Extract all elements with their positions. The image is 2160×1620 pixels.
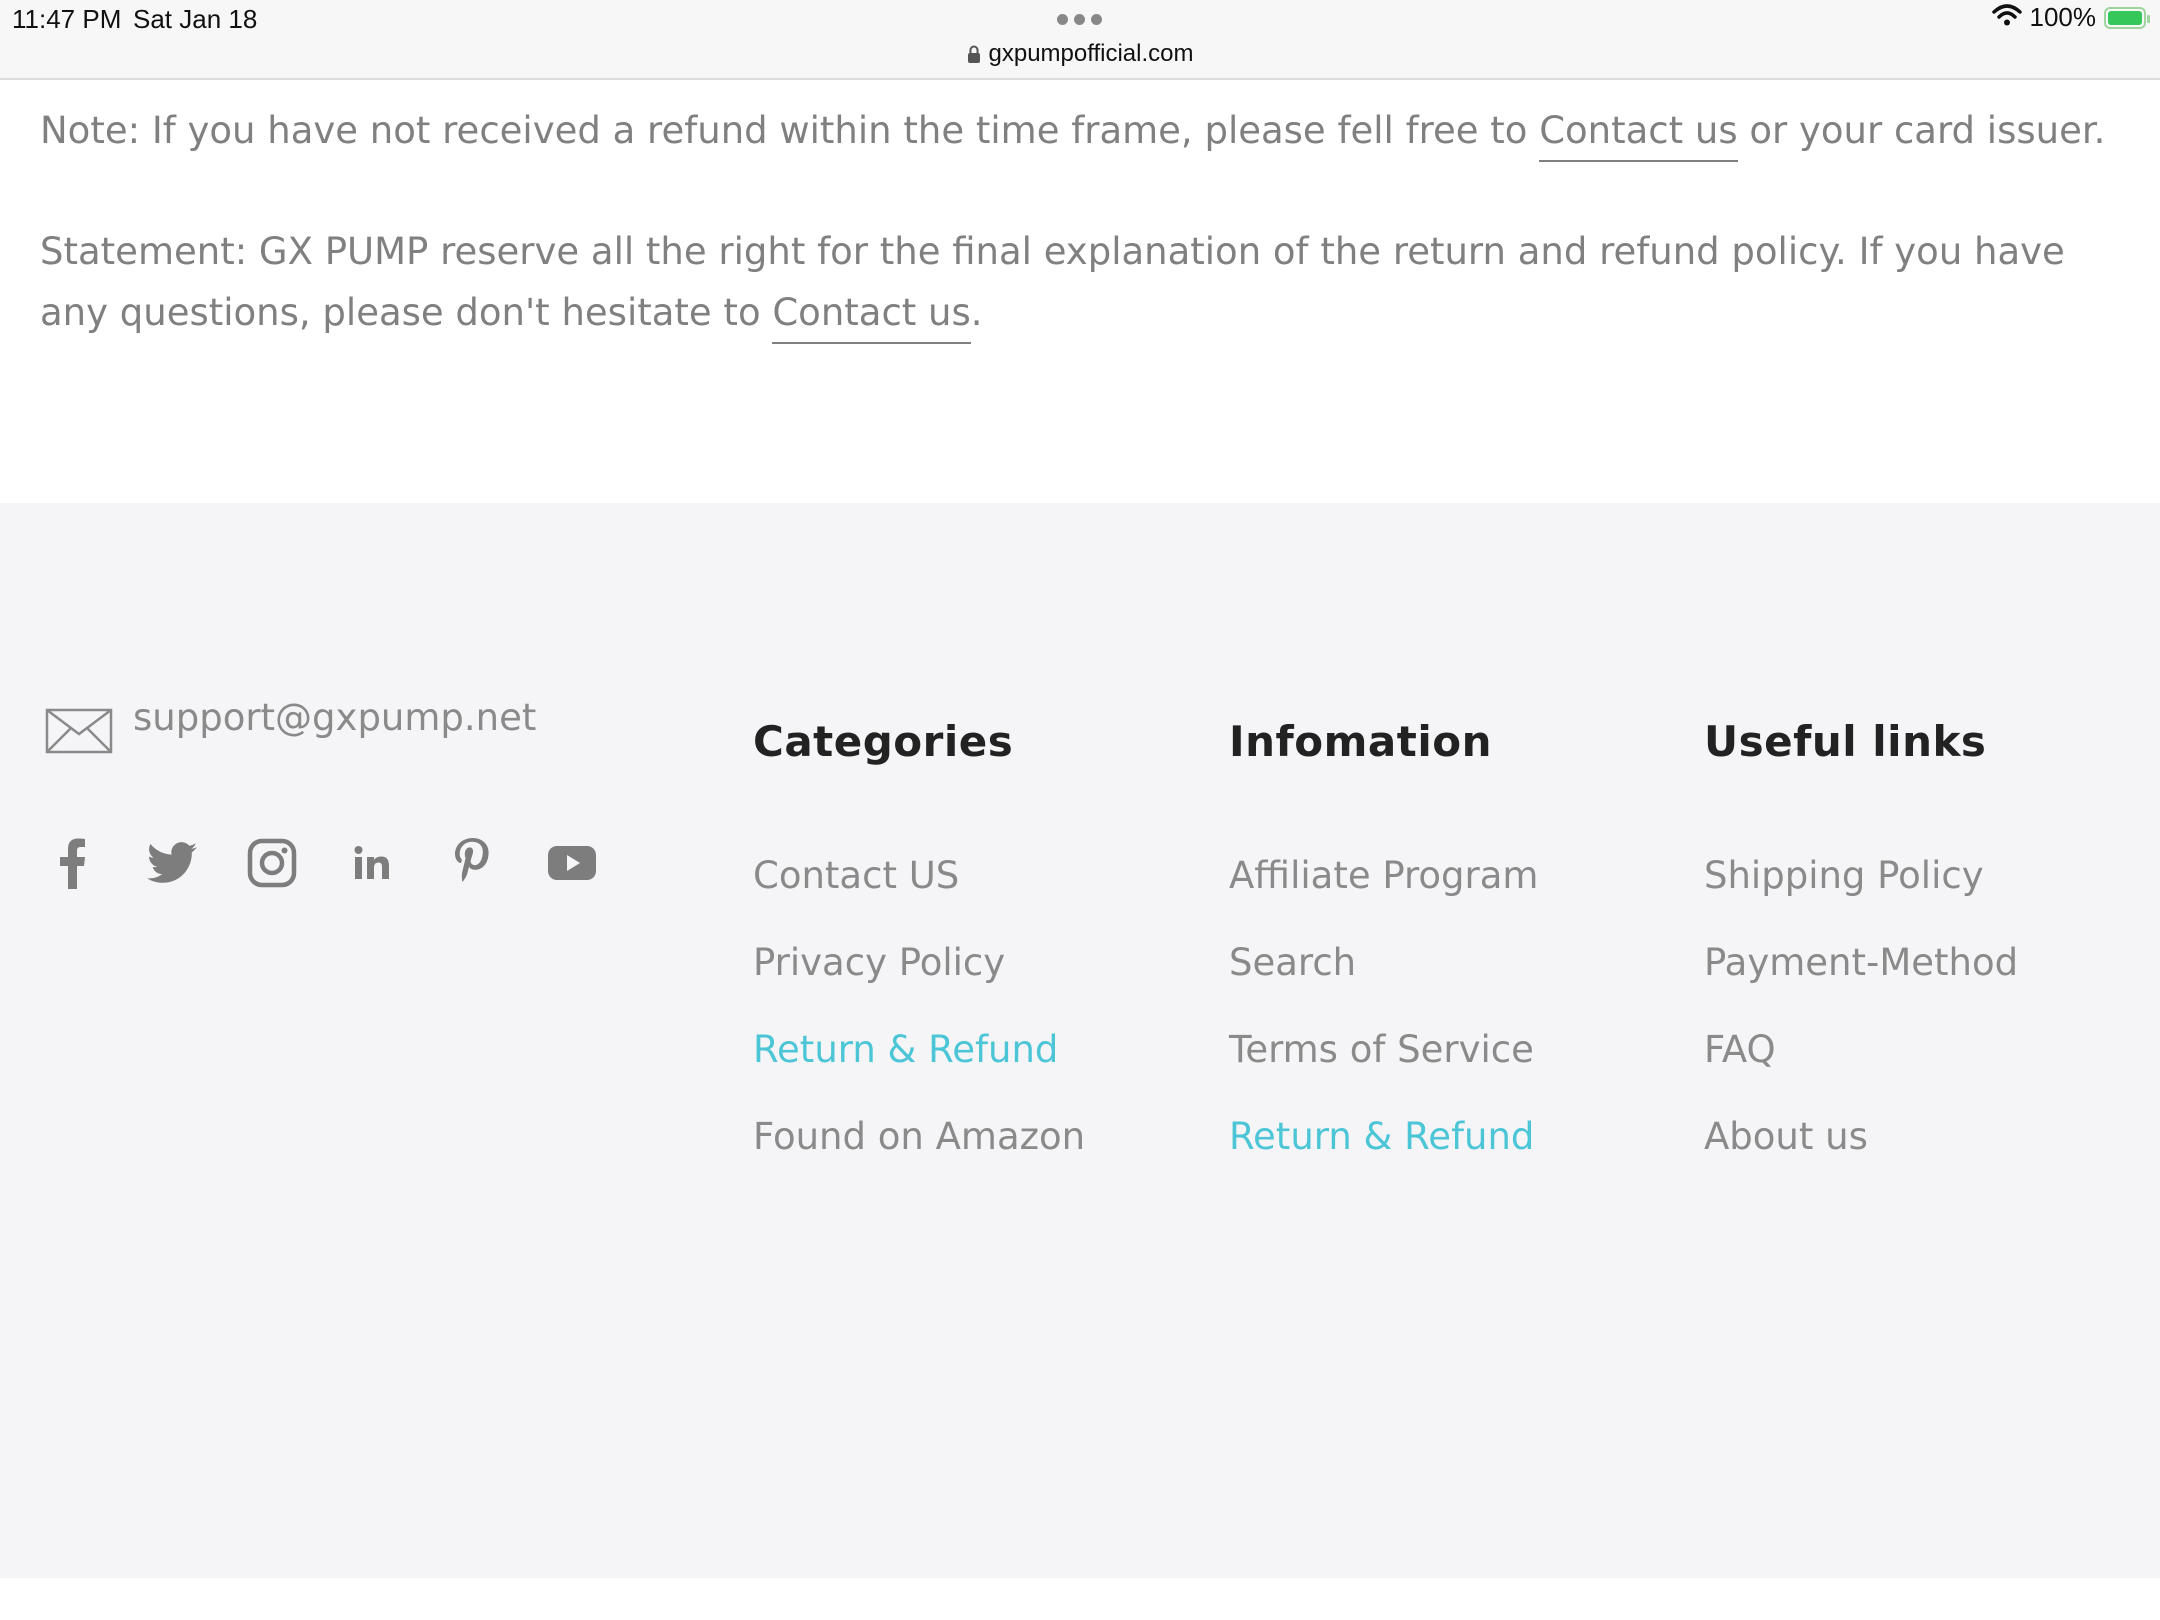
footer-link-affiliate-program[interactable]: Affiliate Program — [1229, 854, 1538, 941]
column-heading: Categories — [753, 717, 1014, 766]
footer-link-return-refund[interactable]: Return & Refund — [753, 1028, 1085, 1115]
social-links — [45, 836, 599, 890]
wifi-icon — [1991, 2, 2022, 33]
policy-content: Note: If you have not received a refund … — [40, 100, 2120, 344]
battery-percent: 100% — [2029, 2, 2097, 32]
youtube-icon[interactable] — [545, 836, 599, 890]
more-dots-icon[interactable] — [1057, 14, 1102, 25]
status-bar: 11:47 PM Sat Jan 18 gxpumpofficial.com 1… — [0, 0, 2160, 80]
footer-column-information: Infomation Affiliate Program Search Term… — [1229, 717, 1538, 1202]
footer-link-privacy-policy[interactable]: Privacy Policy — [753, 941, 1085, 1028]
linkedin-icon[interactable] — [345, 836, 399, 890]
support-email[interactable]: support@gxpump.net — [133, 696, 536, 739]
status-right: 100% — [1991, 2, 2150, 33]
contact-us-link[interactable]: Contact us — [1539, 109, 1738, 162]
footer-link-payment-method[interactable]: Payment-Method — [1704, 941, 2018, 1028]
status-date: Sat Jan 18 — [133, 4, 258, 34]
column-heading: Useful links — [1704, 717, 1987, 766]
envelope-icon — [45, 708, 113, 758]
facebook-icon[interactable] — [45, 836, 99, 890]
status-time: 11:47 PM — [12, 4, 122, 34]
footer-link-terms-of-service[interactable]: Terms of Service — [1229, 1028, 1538, 1115]
url-text: gxpumpofficial.com — [988, 40, 1194, 67]
footer-link-found-on-amazon[interactable]: Found on Amazon — [753, 1115, 1085, 1202]
footer-column-useful-links: Useful links Shipping Policy Payment-Met… — [1704, 717, 2018, 1202]
footer-link-about-us[interactable]: About us — [1704, 1115, 2018, 1202]
footer: support@gxpump.net Categories Contact US… — [0, 503, 2160, 1578]
column-heading: Infomation — [1229, 717, 1492, 766]
footer-link-search[interactable]: Search — [1229, 941, 1538, 1028]
contact-us-link[interactable]: Contact us — [772, 291, 971, 344]
footer-link-shipping-policy[interactable]: Shipping Policy — [1704, 854, 2018, 941]
statement-paragraph: Statement: GX PUMP reserve all the right… — [40, 221, 2120, 344]
footer-column-categories: Categories Contact US Privacy Policy Ret… — [753, 717, 1085, 1202]
note-paragraph: Note: If you have not received a refund … — [40, 100, 2120, 162]
pinterest-icon[interactable] — [445, 836, 499, 890]
email-row[interactable]: support@gxpump.net — [45, 696, 536, 758]
footer-link-return-refund[interactable]: Return & Refund — [1229, 1115, 1538, 1202]
lock-icon — [967, 42, 981, 70]
footer-link-faq[interactable]: FAQ — [1704, 1028, 2018, 1115]
address-bar[interactable]: gxpumpofficial.com — [0, 40, 2160, 70]
twitter-icon[interactable] — [145, 836, 199, 890]
footer-link-contact-us[interactable]: Contact US — [753, 854, 1085, 941]
instagram-icon[interactable] — [245, 836, 299, 890]
battery-icon — [2104, 6, 2150, 29]
